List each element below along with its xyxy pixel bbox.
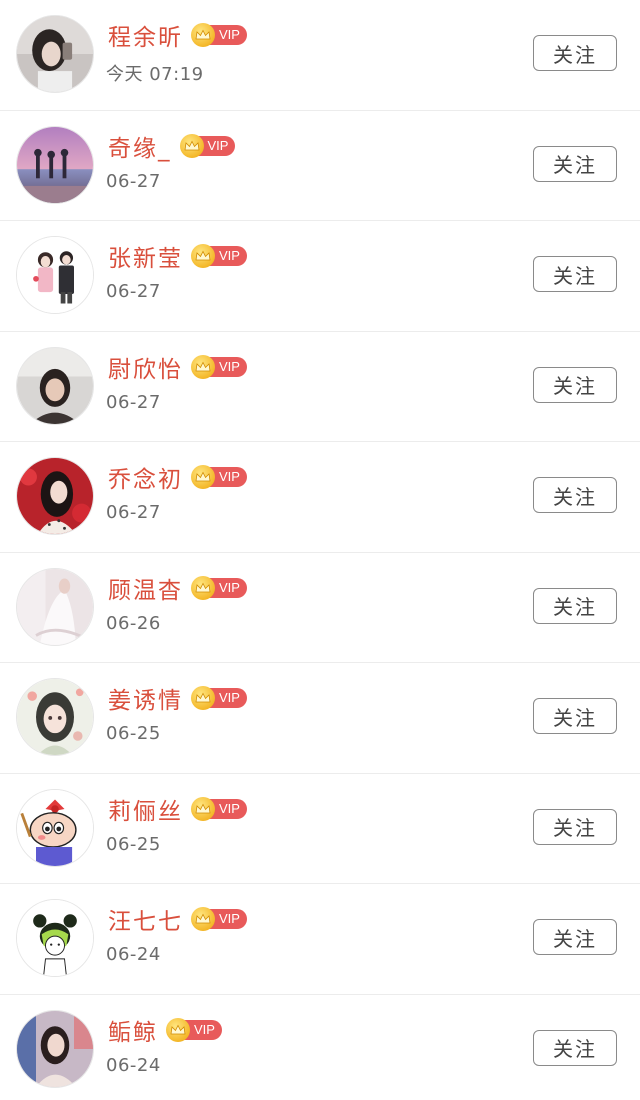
timestamp: 06-24 — [106, 1054, 161, 1076]
vip-badge: VIP — [191, 465, 247, 489]
vip-badge: VIP — [191, 244, 247, 268]
user-name[interactable]: 顾温杳 — [108, 571, 183, 605]
follow-button[interactable]: 关注 — [533, 808, 617, 845]
crown-icon — [191, 465, 215, 489]
vip-badge: VIP — [191, 796, 247, 821]
user-name[interactable]: 尉欣怡 — [108, 350, 183, 384]
vip-badge: VIP — [191, 686, 247, 710]
list-item[interactable]: 顾温杳 VIP 06-26 关注 — [0, 553, 640, 663]
list-item[interactable]: 奇缘_ VIP 06-27 关注 — [0, 111, 640, 221]
crown-icon — [179, 133, 204, 158]
user-name[interactable]: 奇缘_ — [108, 129, 172, 163]
name-line: 乔念初 VIP — [108, 460, 247, 494]
vip-badge: VIP — [191, 23, 247, 47]
name-line: 奇缘_ VIP — [108, 129, 236, 163]
follow-button[interactable]: 关注 — [533, 35, 617, 71]
follow-button[interactable]: 关注 — [533, 919, 617, 955]
timestamp: 06-27 — [106, 281, 161, 302]
avatar[interactable] — [16, 125, 94, 204]
user-name[interactable]: 姜诱情 — [108, 681, 183, 715]
follow-button[interactable]: 关注 — [533, 145, 617, 182]
timestamp: 06-27 — [106, 391, 161, 413]
list-item[interactable]: 张新莹 VIP 06-27 关注 — [0, 221, 640, 332]
follow-button[interactable]: 关注 — [533, 587, 617, 624]
user-name[interactable]: 鲘鲸 — [108, 1013, 158, 1047]
follow-button[interactable]: 关注 — [533, 477, 617, 513]
vip-badge: VIP — [191, 354, 247, 379]
timestamp: 今天 07:19 — [106, 64, 204, 85]
name-line: 顾温杳 VIP — [108, 571, 247, 605]
timestamp: 06-24 — [106, 944, 161, 965]
user-name[interactable]: 张新莹 — [108, 239, 183, 273]
list-item[interactable]: 鲘鲸 VIP 06-24 关注 — [0, 995, 640, 1100]
crown-icon — [166, 1017, 190, 1042]
timestamp: 06-25 — [106, 833, 161, 855]
crown-icon — [191, 244, 215, 268]
name-line: 汪七七 VIP — [108, 902, 247, 936]
vip-badge: VIP — [179, 133, 236, 158]
name-line: 程余昕 VIP — [108, 18, 247, 52]
avatar[interactable] — [16, 567, 94, 646]
avatar[interactable] — [16, 457, 94, 535]
crown-icon — [191, 575, 215, 600]
user-name[interactable]: 乔念初 — [108, 460, 183, 494]
user-name[interactable]: 程余昕 — [108, 18, 183, 52]
vip-badge: VIP — [166, 1017, 222, 1042]
avatar[interactable] — [16, 346, 94, 425]
follow-button[interactable]: 关注 — [533, 256, 617, 292]
timestamp: 06-26 — [106, 612, 161, 634]
crown-icon — [191, 354, 215, 379]
follower-list: 程余昕 VIP 今天 07:19 关注 奇缘_ VIP 06-27 关注 张新莹… — [0, 0, 640, 1100]
avatar[interactable] — [16, 1009, 94, 1088]
follow-button[interactable]: 关注 — [533, 366, 617, 403]
list-item[interactable]: 莉俪丝 VIP 06-25 关注 — [0, 774, 640, 884]
avatar[interactable] — [16, 899, 94, 977]
list-item[interactable]: 汪七七 VIP 06-24 关注 — [0, 884, 640, 995]
name-line: 鲘鲸 VIP — [108, 1013, 222, 1047]
name-line: 尉欣怡 VIP — [108, 350, 247, 384]
name-line: 姜诱情 VIP — [108, 681, 247, 715]
timestamp: 06-27 — [106, 170, 161, 192]
user-name[interactable]: 汪七七 — [108, 902, 183, 936]
crown-icon — [191, 686, 215, 710]
timestamp: 06-25 — [106, 723, 161, 744]
avatar[interactable] — [16, 236, 94, 314]
list-item[interactable]: 程余昕 VIP 今天 07:19 关注 — [0, 0, 640, 111]
list-item[interactable]: 乔念初 VIP 06-27 关注 — [0, 442, 640, 553]
crown-icon — [191, 907, 215, 931]
vip-badge: VIP — [191, 907, 247, 931]
name-line: 张新莹 VIP — [108, 239, 247, 273]
follow-button[interactable]: 关注 — [533, 1029, 617, 1066]
vip-badge: VIP — [191, 575, 247, 600]
avatar[interactable] — [16, 15, 94, 93]
user-name[interactable]: 莉俪丝 — [108, 792, 183, 826]
follow-button[interactable]: 关注 — [533, 698, 617, 734]
crown-icon — [191, 23, 215, 47]
name-line: 莉俪丝 VIP — [108, 792, 247, 826]
avatar[interactable] — [16, 788, 94, 867]
crown-icon — [191, 796, 215, 821]
timestamp: 06-27 — [106, 502, 161, 523]
list-item[interactable]: 姜诱情 VIP 06-25 关注 — [0, 663, 640, 774]
avatar[interactable] — [16, 678, 94, 756]
list-item[interactable]: 尉欣怡 VIP 06-27 关注 — [0, 332, 640, 442]
